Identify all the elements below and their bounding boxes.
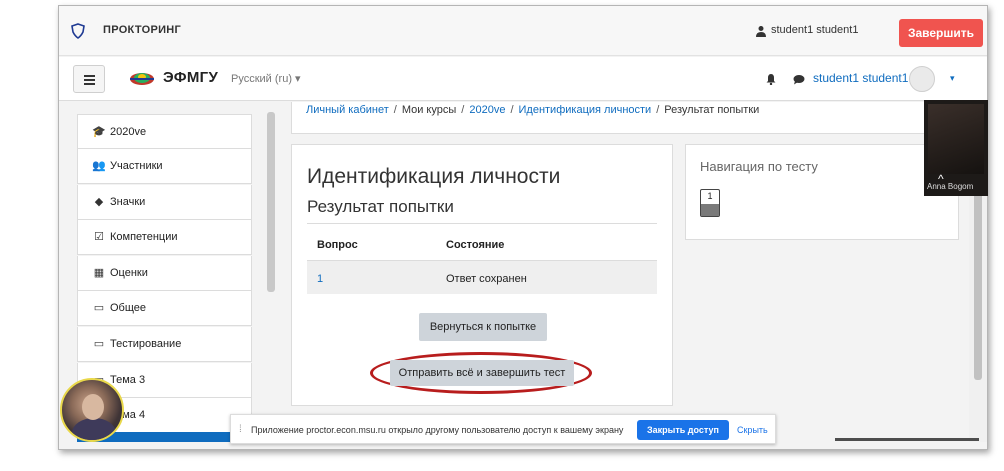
screen-share-bar: ⁞ Приложение proctor.econ.msu.ru открыло… — [230, 414, 776, 444]
shield-icon: ◆ — [94, 196, 104, 208]
breadcrumb-link-dashboard[interactable]: Личный кабинет — [306, 104, 389, 116]
divider — [307, 223, 657, 224]
column-header-status: Состояние — [446, 239, 505, 251]
drag-handle-icon[interactable]: ⁞ — [239, 424, 242, 435]
screen-share-message: Приложение proctor.econ.msu.ru открыло д… — [251, 425, 624, 435]
return-to-attempt-button[interactable]: Вернуться к попытке — [419, 313, 547, 341]
breadcrumb-link-my-courses[interactable]: Мои курсы — [402, 104, 456, 116]
proctoring-title: ПРОКТОРИНГ — [103, 24, 182, 36]
breadcrumb-link-quiz[interactable]: Идентификация личности — [519, 104, 652, 116]
hide-link[interactable]: Скрыть — [737, 425, 768, 435]
breadcrumb-current: Результат попытки — [664, 104, 760, 116]
column-header-question: Вопрос — [317, 239, 358, 251]
question-status: Ответ сохранен — [446, 273, 527, 285]
divider — [835, 438, 979, 441]
users-icon: 👥 — [92, 160, 106, 172]
language-menu[interactable]: Русский (ru) ▾ — [231, 72, 301, 85]
site-name[interactable]: ЭФМГУ — [163, 69, 218, 86]
webcam-preview[interactable] — [60, 378, 124, 442]
breadcrumb-separator: / — [510, 104, 514, 116]
webcam-person-body — [72, 418, 116, 440]
sidebar-item-grades[interactable]: ▦ Оценки — [77, 256, 252, 291]
chevron-down-icon[interactable]: ▾ — [950, 73, 955, 84]
sidebar-item-label: Участники — [110, 160, 163, 172]
breadcrumb-separator: / — [393, 104, 397, 116]
breadcrumb: Личный кабинет / Мои курсы / 2020ve / Идентифи… — [291, 102, 969, 134]
question-nav-button[interactable]: 1 — [700, 189, 720, 217]
checkbox-icon: ☑ — [94, 231, 104, 243]
folder-icon: ▭ — [93, 302, 105, 314]
sidebar-item-badges[interactable]: ◆ Значки — [77, 185, 252, 220]
sidebar-item-general[interactable]: ▭ Общее — [77, 291, 252, 326]
breadcrumb-link-course[interactable]: 2020ve — [469, 104, 505, 116]
participant-video — [928, 104, 984, 174]
submit-all-and-finish-button[interactable]: Отправить всё и завершить тест — [390, 360, 574, 386]
browser-frame: ПРОКТОРИНГ student1 student1 Завершить Э… — [58, 5, 988, 450]
site-logo-icon[interactable] — [129, 68, 155, 88]
stop-sharing-button[interactable]: Закрыть доступ — [637, 420, 729, 440]
sidebar-item-label: Компетенции — [110, 231, 178, 243]
quiz-summary-card: Идентификация личности Результат попытки… — [291, 144, 673, 406]
table-icon: ▦ — [93, 267, 105, 279]
menu-toggle-button[interactable] — [73, 65, 105, 93]
quiz-navigation-title: Навигация по тесту — [700, 159, 818, 174]
proctoring-user: student1 student1 — [771, 24, 859, 36]
sidebar-item-competencies[interactable]: ☑ Компетенции — [77, 220, 252, 255]
page-title: Идентификация личности — [307, 165, 561, 188]
folder-icon: ▭ — [93, 338, 105, 350]
sidebar-item-label: Общее — [110, 302, 147, 314]
proctoring-bar: ПРОКТОРИНГ student1 student1 Завершить — [59, 6, 987, 56]
top-navbar: ЭФМГУ Русский (ru) ▾ student1 student1 ▾ — [59, 57, 987, 101]
finish-button[interactable]: Завершить — [899, 19, 983, 47]
sidebar-item-label: Значки — [110, 196, 146, 208]
breadcrumb-separator: / — [656, 104, 660, 116]
table-row: 1 Ответ сохранен — [307, 260, 657, 294]
quiz-navigation-block: Навигация по тесту 1 — [685, 144, 959, 240]
question-nav-number: 1 — [707, 191, 713, 201]
question-answered-indicator — [701, 204, 719, 216]
page-subtitle: Результат попытки — [307, 197, 454, 216]
sidebar-item-label: Оценки — [110, 267, 148, 279]
user-menu-name[interactable]: student1 student1 — [813, 71, 908, 85]
chat-icon[interactable] — [793, 74, 805, 85]
sidebar-item-label: Тестирование — [110, 338, 182, 350]
sidebar-item-testing[interactable]: ▭ Тестирование — [77, 327, 252, 362]
participant-video-tile[interactable]: ^ Anna Bogom — [924, 100, 988, 196]
shield-icon — [71, 23, 85, 39]
bell-icon[interactable] — [765, 73, 777, 85]
sidebar-item-label: 2020ve — [110, 126, 147, 138]
webcam-person-face — [82, 394, 104, 420]
graduation-cap-icon: 🎓 — [92, 126, 106, 138]
participant-name: Anna Bogom — [927, 182, 974, 191]
sidebar-scrollbar[interactable] — [267, 112, 275, 292]
breadcrumb-separator: / — [461, 104, 465, 116]
sidebar-item-label: Тема 3 — [110, 374, 146, 386]
question-link[interactable]: 1 — [317, 273, 323, 285]
sidebar-item-participants[interactable]: 👥 Участники — [77, 149, 252, 184]
avatar[interactable] — [909, 66, 935, 92]
user-icon — [756, 26, 766, 37]
sidebar-item-course[interactable]: 🎓 2020ve — [77, 114, 252, 149]
